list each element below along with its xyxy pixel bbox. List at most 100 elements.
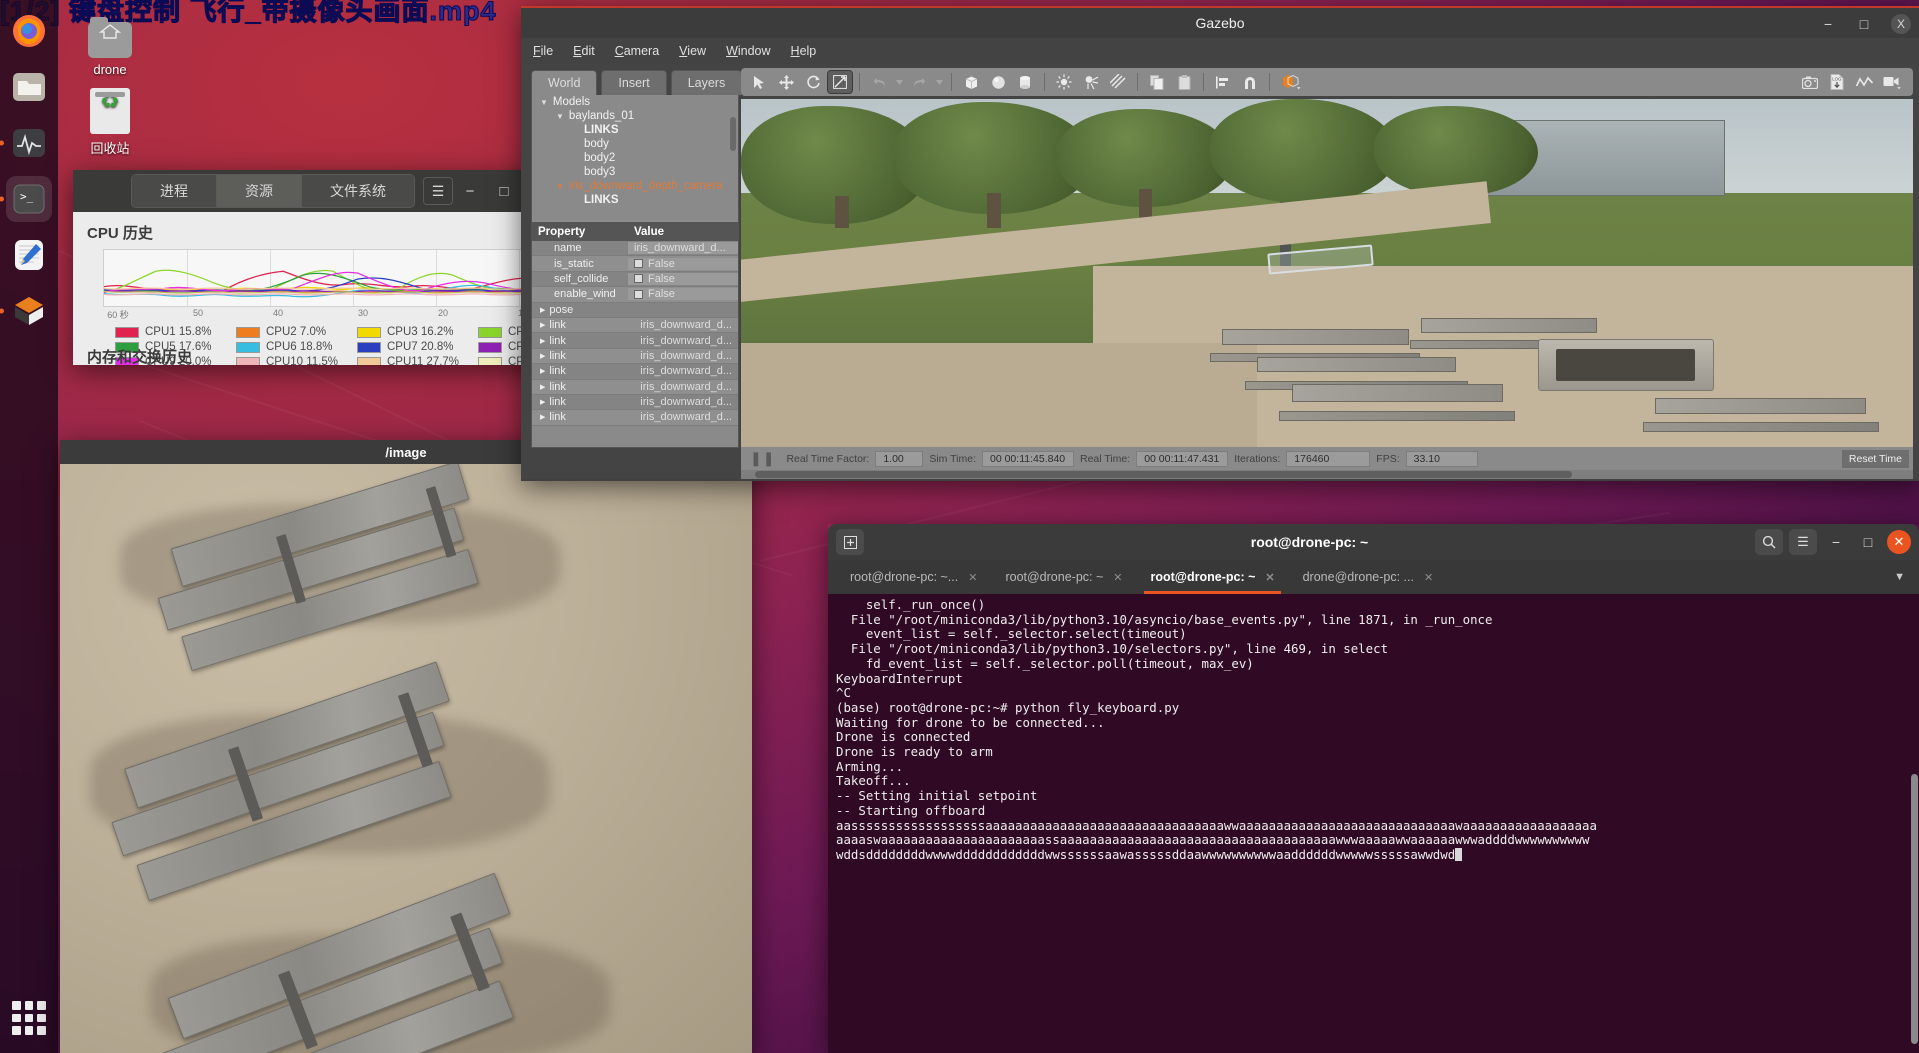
desktop-icon-drone[interactable]: drone xyxy=(68,17,152,77)
system-monitor-tabs[interactable]: 进程 资源 文件系统 xyxy=(131,174,415,208)
gazebo-toolbar[interactable]: LOG xyxy=(741,68,1913,96)
gazebo-panel-tabs[interactable]: World Insert Layers xyxy=(531,70,743,95)
table-row[interactable]: ▶ link iris_downward_d... xyxy=(532,317,738,334)
rotate-mode-icon[interactable] xyxy=(801,71,825,93)
text-editor-icon[interactable] xyxy=(6,232,52,278)
property-value[interactable]: False xyxy=(628,257,738,270)
copy-icon[interactable] xyxy=(1145,71,1169,93)
table-row[interactable]: name iris_downward_d... xyxy=(532,241,738,257)
undo-dropdown-icon[interactable] xyxy=(894,71,904,93)
close-icon[interactable]: X xyxy=(1891,14,1911,34)
menu-view[interactable]: View xyxy=(679,44,706,58)
ubuntu-software-icon[interactable] xyxy=(0,288,52,334)
tab-filesystems[interactable]: 文件系统 xyxy=(302,175,414,207)
redo-dropdown-icon[interactable] xyxy=(934,71,944,93)
terminal-tabs[interactable]: root@drone-pc: ~... ✕ root@drone-pc: ~ ✕… xyxy=(828,560,1919,594)
checkbox[interactable] xyxy=(634,274,643,284)
directional-light-icon[interactable] xyxy=(1106,71,1130,93)
table-row[interactable]: ▶ link iris_downward_d... xyxy=(532,379,738,395)
table-row[interactable]: is_static False xyxy=(532,256,738,272)
desktop-icon-trash[interactable]: ♻ 回收站 xyxy=(68,88,152,157)
terminal-icon[interactable]: >_ xyxy=(0,176,52,222)
tree-scrollbar[interactable] xyxy=(730,117,736,151)
chevron-right-icon[interactable]: ▶ xyxy=(540,413,545,421)
close-icon[interactable]: ✕ xyxy=(1265,571,1274,584)
tree-item-body2[interactable]: body2 xyxy=(532,151,738,165)
minimize-icon[interactable]: − xyxy=(1819,16,1837,32)
translate-mode-icon[interactable] xyxy=(774,71,798,93)
table-row[interactable]: enable_wind False xyxy=(532,287,738,303)
select-mode-icon[interactable] xyxy=(747,71,771,93)
image-viewer-window[interactable]: /image xyxy=(60,440,752,1053)
firefox-icon[interactable] xyxy=(6,8,52,54)
close-icon[interactable]: ✕ xyxy=(968,571,977,584)
point-light-icon[interactable] xyxy=(1052,71,1076,93)
terminal-window[interactable]: root@drone-pc: ~ ☰ − □ ✕ root@drone-pc: … xyxy=(828,524,1919,1053)
terminal-tab[interactable]: root@drone-pc: ~... ✕ xyxy=(836,560,991,594)
table-row[interactable]: ▶ link iris_downward_d... xyxy=(532,410,738,426)
menu-help[interactable]: Help xyxy=(791,44,817,58)
reset-time-button[interactable]: Reset Time xyxy=(1841,449,1909,468)
tab-layers[interactable]: Layers xyxy=(670,70,743,95)
terminal-tab-active[interactable]: root@drone-pc: ~ ✕ xyxy=(1136,560,1288,594)
menu-window[interactable]: Window xyxy=(726,44,770,58)
plot-icon[interactable] xyxy=(1852,71,1876,93)
checkbox[interactable] xyxy=(634,289,643,299)
tree-item-iris-downward-depth-camera[interactable]: ▼ iris_downward_depth_camera xyxy=(532,179,738,193)
menu-edit[interactable]: Edit xyxy=(573,44,595,58)
chevron-right-icon[interactable]: ▶ xyxy=(540,352,545,360)
pause-icon[interactable]: ❚❚ xyxy=(745,450,780,467)
gazebo-window-controls[interactable]: − □ X xyxy=(1819,8,1911,40)
table-row[interactable]: ▶ link iris_downward_d... xyxy=(532,333,738,349)
system-monitor-icon[interactable] xyxy=(0,120,52,166)
gazebo-window[interactable]: Gazebo − □ X File Edit Camera View Windo… xyxy=(521,6,1919,481)
menu-camera[interactable]: Camera xyxy=(615,44,659,58)
menu-file[interactable]: File xyxy=(533,44,553,58)
files-icon[interactable] xyxy=(6,64,52,110)
close-icon[interactable]: ✕ xyxy=(1424,571,1433,584)
terminal-tab[interactable]: drone@drone-pc: ... ✕ xyxy=(1289,560,1448,594)
show-applications-icon[interactable] xyxy=(12,1001,46,1035)
search-icon[interactable] xyxy=(1755,529,1783,555)
maximize-icon[interactable]: □ xyxy=(487,177,521,205)
scrollbar-thumb[interactable] xyxy=(754,471,1573,478)
hamburger-icon[interactable]: ☰ xyxy=(1789,529,1817,555)
world-tree[interactable]: ▼ Models ▼ baylands_01 LINKS body body2 xyxy=(531,95,739,223)
tree-item-body[interactable]: body xyxy=(532,137,738,151)
property-value[interactable]: False xyxy=(628,288,738,301)
tab-insert[interactable]: Insert xyxy=(601,70,667,95)
new-tab-icon[interactable] xyxy=(836,529,864,555)
checkbox[interactable] xyxy=(634,259,643,269)
tree-item-body3[interactable]: body3 xyxy=(532,165,738,179)
maximize-icon[interactable]: □ xyxy=(1855,16,1873,32)
align-icon[interactable] xyxy=(1211,71,1235,93)
table-row[interactable]: ▶ link iris_downward_d... xyxy=(532,364,738,380)
terminal-scrollbar[interactable] xyxy=(1911,774,1918,1044)
property-table[interactable]: Property Value name iris_downward_d... i… xyxy=(531,223,739,448)
table-row[interactable]: ▶ link iris_downward_d... xyxy=(532,348,738,365)
chevron-right-icon[interactable]: ▶ xyxy=(540,321,545,329)
chevron-right-icon[interactable]: ▶ xyxy=(540,383,545,391)
chevron-down-icon[interactable]: ▼ xyxy=(1880,560,1919,594)
minimize-icon[interactable]: − xyxy=(453,177,487,205)
hamburger-icon[interactable]: ☰ xyxy=(423,177,453,205)
tree-item-baylands[interactable]: ▼ baylands_01 xyxy=(532,109,738,123)
chevron-right-icon[interactable]: ▶ xyxy=(540,337,545,345)
spot-light-icon[interactable] xyxy=(1079,71,1103,93)
close-icon[interactable]: ✕ xyxy=(1113,571,1122,584)
chevron-right-icon[interactable]: ▶ xyxy=(540,306,545,314)
property-value[interactable]: False xyxy=(628,272,738,285)
gazebo-horizontal-scrollbar[interactable] xyxy=(741,470,1913,479)
sphere-icon[interactable] xyxy=(986,71,1010,93)
maximize-icon[interactable]: □ xyxy=(1855,529,1881,555)
minimize-icon[interactable]: − xyxy=(1823,529,1849,555)
cylinder-icon[interactable] xyxy=(1013,71,1037,93)
undo-icon[interactable] xyxy=(867,71,891,93)
snap-icon[interactable] xyxy=(1238,71,1262,93)
tree-item-models[interactable]: ▼ Models xyxy=(532,95,738,109)
box-icon[interactable] xyxy=(959,71,983,93)
property-value[interactable]: iris_downward_d... xyxy=(628,242,738,255)
chevron-right-icon[interactable]: ▶ xyxy=(540,398,545,406)
paste-icon[interactable] xyxy=(1172,71,1196,93)
gazebo-3d-viewport[interactable] xyxy=(741,99,1913,447)
